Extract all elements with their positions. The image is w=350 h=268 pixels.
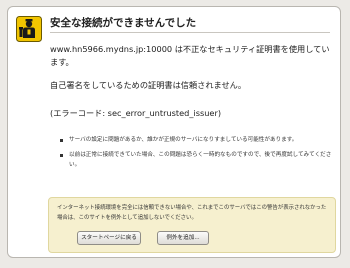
policeman-warning-icon: [16, 16, 42, 42]
add-exception-button[interactable]: 例外を追加...: [157, 231, 209, 245]
advice-box: インターネット接続環境を完全には信頼できない場合や、これまでこのサーバではこの警…: [48, 197, 336, 253]
title-divider: [50, 32, 330, 33]
cert-trust-message: 自己署名をしているための証明書は信頼されません。: [50, 80, 247, 90]
info-bullet-list: サーバの設定に問題があるか、誰かが正規のサーバになりすましている可能性があります…: [60, 135, 332, 175]
bullet-icon: [60, 138, 63, 142]
return-to-start-page-button[interactable]: スタートページに戻る: [77, 231, 141, 245]
bullet-text: サーバの設定に問題があるか、誰かが正規のサーバになりすましている可能性があります…: [69, 137, 298, 143]
error-title: 安全な接続ができませんでした: [50, 17, 197, 29]
advice-text: インターネット接続環境を完全には信頼できない場合や、これまでこのサーバではこの警…: [57, 205, 327, 221]
list-item: サーバの設定に問題があるか、誰かが正規のサーバになりすましている可能性があります…: [60, 135, 332, 145]
list-item: 以前は正常に接続できていた場合、この問題は恐らく一時的なものですので、後で再度試…: [60, 150, 332, 170]
error-page: 安全な接続ができませんでした www.hn5966.mydns.jp:10000…: [0, 0, 350, 268]
bullet-text: 以前は正常に接続できていた場合、この問題は恐らく一時的なものですので、後で再度試…: [69, 152, 332, 168]
error-code: (エラーコード: sec_error_untrusted_issuer): [50, 108, 222, 118]
error-description: www.hn5966.mydns.jp:10000 は不正なセキュリティ証明書を…: [50, 44, 330, 67]
bullet-icon: [60, 153, 63, 157]
error-panel: 安全な接続ができませんでした www.hn5966.mydns.jp:10000…: [7, 6, 341, 258]
